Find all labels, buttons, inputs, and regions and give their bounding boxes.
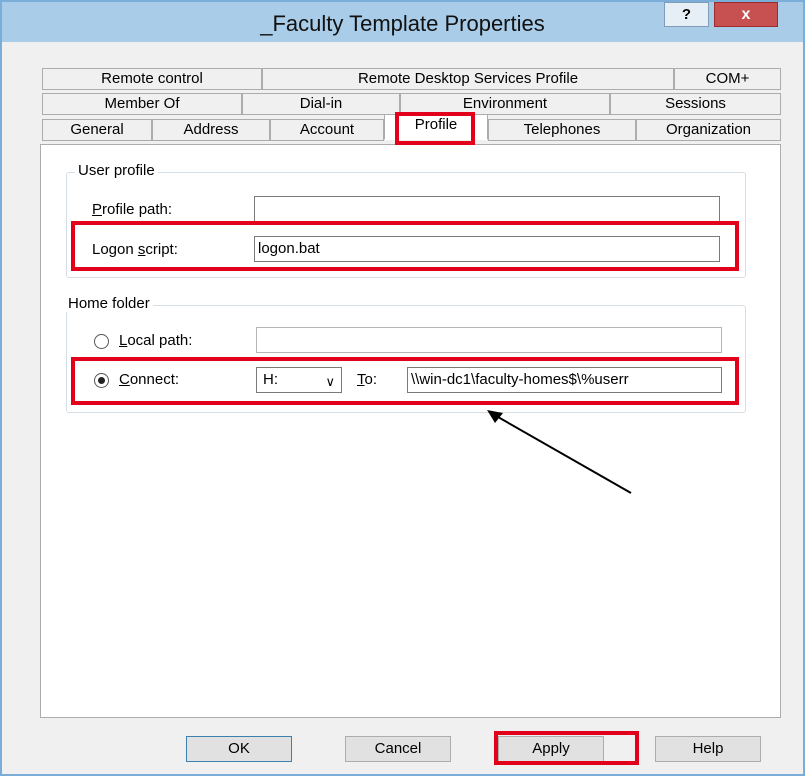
local-path-radio[interactable] [94,334,109,349]
profile-tab-highlight [395,112,475,145]
cancel-button[interactable]: Cancel [345,736,451,762]
help-title-button[interactable]: ? [664,2,709,27]
tab-com-plus[interactable]: COM+ [674,68,781,90]
annotation-arrow-icon [487,410,632,494]
profile-path-label: Profile path: [92,201,173,218]
tab-organization[interactable]: Organization [636,119,781,141]
home-folder-legend: Home folder [65,295,153,312]
logon-script-highlight [71,221,739,271]
tab-remote-desktop-services-profile[interactable]: Remote Desktop Services Profile [262,68,674,90]
tab-sessions[interactable]: Sessions [610,93,781,115]
close-button[interactable]: x [714,2,778,27]
tab-address[interactable]: Address [152,119,270,141]
profile-path-input[interactable] [254,196,720,222]
tab-member-of[interactable]: Member Of [42,93,242,115]
ok-button[interactable]: OK [186,736,292,762]
tab-general[interactable]: General [42,119,152,141]
tab-telephones[interactable]: Telephones [488,119,636,141]
apply-highlight [494,731,639,765]
properties-window: _Faculty Template Properties ? x Remote … [0,0,805,776]
tab-remote-control[interactable]: Remote control [42,68,262,90]
title-bar: _Faculty Template Properties ? x [2,2,803,42]
local-path-label: Local path: [119,332,193,349]
connect-highlight [71,357,739,405]
tab-account[interactable]: Account [270,119,384,141]
user-profile-legend: User profile [75,162,158,179]
local-path-input[interactable] [256,327,722,353]
help-button[interactable]: Help [655,736,761,762]
tab-dial-in[interactable]: Dial-in [242,93,400,115]
